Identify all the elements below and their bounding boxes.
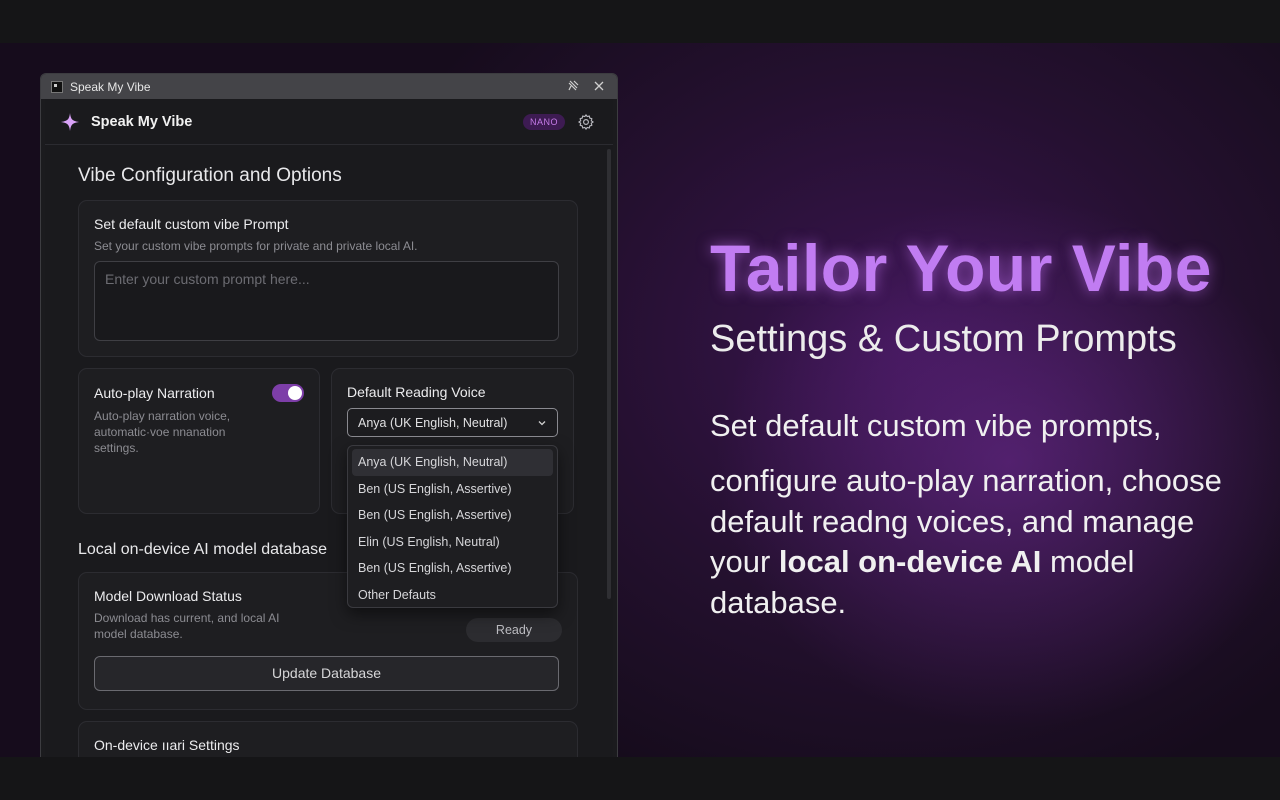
autoplay-toggle[interactable]: [272, 384, 304, 402]
voice-option[interactable]: Anya (UK English, Neutral): [352, 449, 553, 476]
section-title: Vibe Configuration and Options: [78, 165, 342, 186]
voice-option[interactable]: Ben (US English, Assertive): [352, 476, 553, 503]
promo-subhead: Settings & Custom Prompts: [710, 318, 1177, 360]
status-badge: Ready: [466, 618, 562, 642]
autoplay-header: Auto-play Narration: [94, 384, 304, 402]
window-titlebar: Speak My Vibe: [41, 74, 617, 99]
scrollbar[interactable]: [607, 149, 611, 599]
voice-title: Default Reading Voice: [347, 384, 486, 400]
app-header: Speak My Vibe NANO: [45, 99, 613, 145]
gear-icon[interactable]: [577, 113, 595, 131]
update-database-button[interactable]: Update Database: [94, 656, 559, 691]
promo-paragraph: configure auto-play narration, choose de…: [710, 461, 1230, 623]
voice-option[interactable]: Ben (US English, Assertive): [352, 555, 553, 582]
ondevice-title: On-device ııari Settings: [94, 737, 240, 753]
prompt-card-title: Set default custom vibe Prompt: [94, 216, 289, 232]
promo-background: Speak My Vibe Speak My Vibe NANO Vibe Co…: [0, 43, 1280, 757]
top-letterbox: [0, 0, 1280, 43]
model-badge: NANO: [522, 113, 565, 130]
sparkle-icon: [61, 112, 79, 131]
voice-option[interactable]: Other Defauts: [352, 582, 553, 609]
window-title: Speak My Vibe: [70, 79, 151, 94]
voice-dropdown-menu: Anya (UK English, Neutral) Ben (US Engli…: [347, 445, 558, 608]
autoplay-title: Auto-play Narration: [94, 385, 215, 401]
voice-option[interactable]: Elin (US English, Neutral): [352, 529, 553, 556]
promo-headline: Tailor Your Vibe: [710, 231, 1212, 305]
app-panel: Speak My Vibe NANO Vibe Configuration an…: [45, 99, 613, 757]
promo-line-1: Set default custom vibe prompts,: [710, 408, 1162, 443]
app-icon: [51, 80, 63, 93]
app-window: Speak My Vibe Speak My Vibe NANO Vibe Co…: [40, 73, 618, 757]
close-icon[interactable]: [591, 79, 607, 95]
custom-prompt-input[interactable]: [94, 261, 559, 341]
app-title: Speak My Vibe: [91, 113, 193, 130]
autoplay-card: Auto-play Narration Auto-play narration …: [78, 368, 320, 514]
bottom-letterbox: [0, 757, 1280, 800]
prompt-card-desc: Set your custom vibe prompts for private…: [94, 239, 418, 253]
voice-option[interactable]: Ben (US English, Assertive): [352, 502, 553, 529]
model-status-desc: Download has current, and local AI model…: [94, 611, 280, 641]
chevron-down-icon: [538, 420, 546, 425]
voice-select[interactable]: Anya (UK English, Neutral): [347, 408, 558, 437]
ondevice-card: On-device ııari Settings: [78, 721, 578, 757]
autoplay-desc: Auto-play narration voice, automatic·voe…: [94, 409, 231, 455]
prompt-card: Set default custom vibe Prompt Set your …: [78, 200, 578, 357]
voice-select-value: Anya (UK English, Neutral): [358, 415, 508, 430]
unpin-icon[interactable]: [565, 79, 581, 95]
promo-highlight: local on-device AI: [778, 544, 1042, 579]
